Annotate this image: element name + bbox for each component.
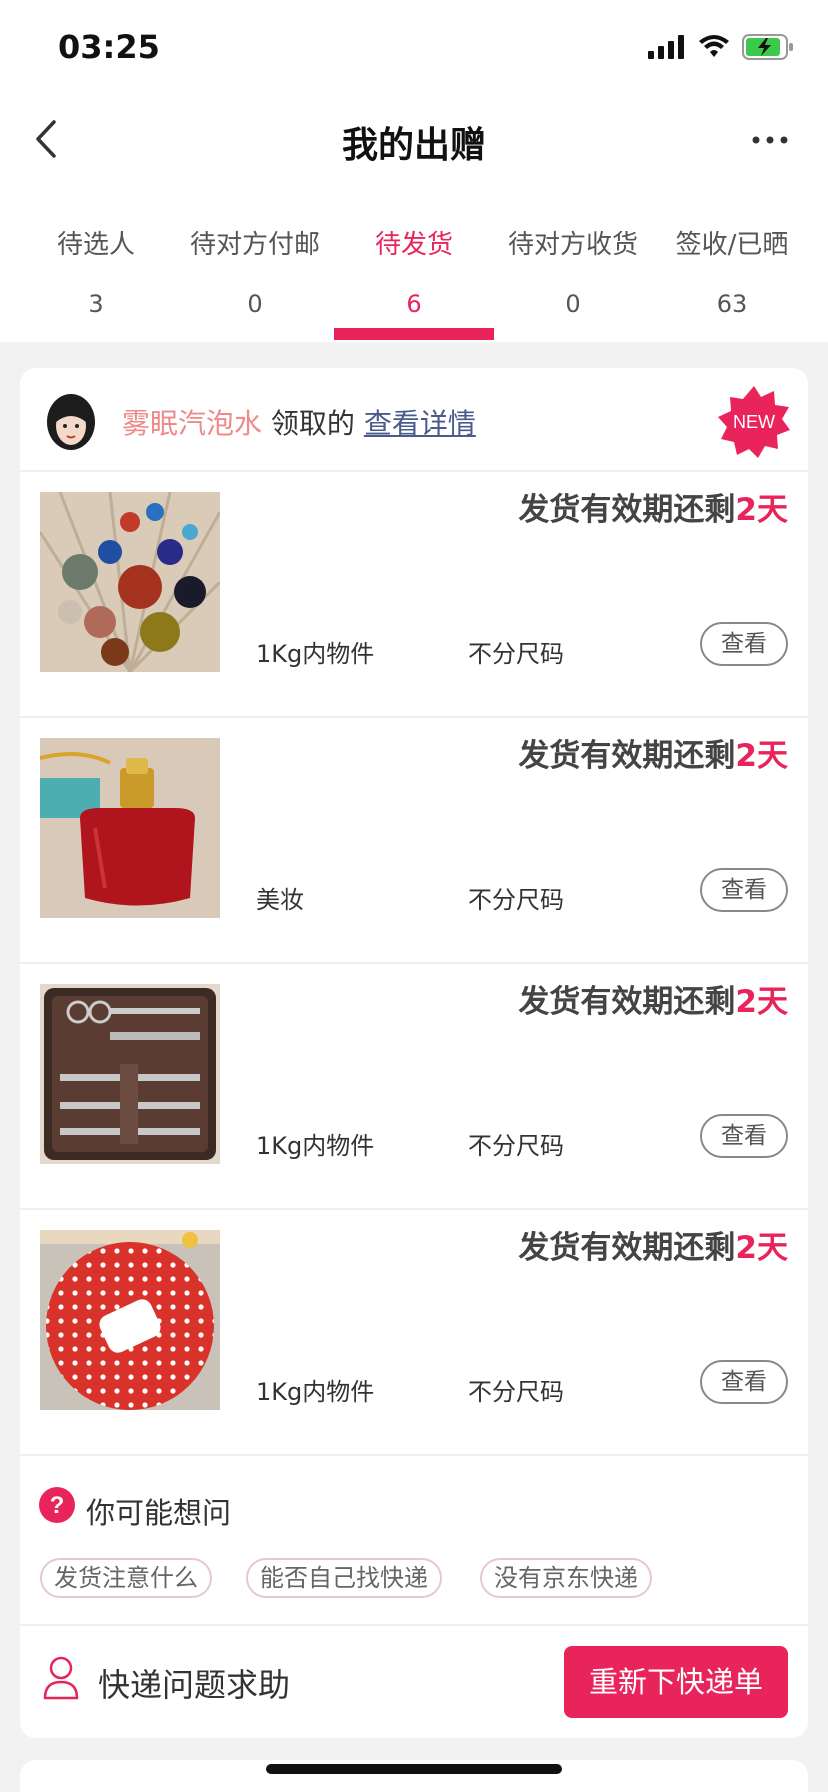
receiver-line: 雾眠汽泡水 领取的 查看详情: [122, 402, 476, 442]
avatar[interactable]: [44, 392, 98, 452]
gift-item: 发货有效期还剩2天 1Kg内物件 不分尺码 查看: [20, 964, 808, 1210]
gift-item: 发货有效期还剩2天 美妆 不分尺码 查看: [20, 718, 808, 964]
tab-count: 6: [406, 290, 422, 318]
svg-text:NEW: NEW: [733, 412, 775, 432]
tab-signed-shared[interactable]: 签收/已晒 63: [652, 186, 812, 342]
deadline-text: 发货有效期还剩: [518, 984, 736, 1020]
deadline-days: 2天: [735, 738, 788, 774]
view-button[interactable]: 查看: [700, 868, 788, 912]
new-badge: NEW: [716, 384, 792, 460]
question-icon: ?: [39, 1487, 75, 1523]
active-tab-indicator: [334, 328, 494, 340]
gift-order-card: 雾眠汽泡水 领取的 查看详情 NEW 发货有效期还剩2天 1Kg内物件 不分尺码…: [20, 368, 808, 1738]
tab-pending-postage[interactable]: 待对方付邮 0: [175, 186, 335, 342]
more-dots-icon: [752, 136, 788, 144]
status-bar: 03:25: [0, 0, 828, 96]
view-button[interactable]: 查看: [700, 622, 788, 666]
tab-label: 签收/已晒: [675, 230, 789, 260]
item-size: 不分尺码: [468, 886, 564, 914]
item-size: 不分尺码: [468, 1378, 564, 1406]
item-category: 1Kg内物件: [256, 640, 375, 668]
tab-pending-shipment[interactable]: 待发货 6: [334, 186, 494, 342]
deadline-days: 2天: [735, 984, 788, 1020]
signal-icon: [648, 35, 684, 59]
ship-deadline: 发货有效期还剩2天: [518, 484, 788, 529]
deadline-days: 2天: [735, 492, 788, 528]
svg-text:?: ?: [50, 1492, 65, 1519]
tab-count: 3: [88, 290, 104, 318]
deadline-text: 发货有效期还剩: [518, 492, 736, 528]
card-header: 雾眠汽泡水 领取的 查看详情 NEW: [20, 368, 808, 472]
item-thumbnail[interactable]: [40, 1230, 220, 1410]
status-time: 03:25: [58, 28, 160, 66]
deadline-text: 发货有效期还剩: [518, 1230, 736, 1266]
deadline-text: 发货有效期还剩: [518, 738, 736, 774]
reorder-shipping-button[interactable]: 重新下快递单: [564, 1646, 788, 1718]
received-text: 领取的: [262, 407, 364, 440]
status-tabs: 待选人 3 待对方付邮 0 待发货 6 待对方收货 0 签收/已晒 63: [0, 186, 828, 342]
tab-count: 0: [247, 290, 263, 318]
nav-bar: 我的出赠: [0, 96, 828, 186]
view-button[interactable]: 查看: [700, 1114, 788, 1158]
deadline-days: 2天: [735, 1230, 788, 1266]
tab-pending-receipt[interactable]: 待对方收货 0: [493, 186, 653, 342]
item-thumbnail[interactable]: [40, 984, 220, 1164]
ship-deadline: 发货有效期还剩2天: [518, 976, 788, 1021]
more-button[interactable]: [742, 118, 798, 162]
item-thumbnail[interactable]: [40, 492, 220, 672]
shipping-help-row: 快递问题求助 重新下快递单: [20, 1626, 808, 1738]
home-indicator[interactable]: [266, 1764, 562, 1774]
item-size: 不分尺码: [468, 1132, 564, 1160]
item-size: 不分尺码: [468, 640, 564, 668]
person-icon: [43, 1656, 79, 1700]
ship-deadline: 发货有效期还剩2天: [518, 1222, 788, 1267]
item-category: 美妆: [256, 886, 304, 914]
faq-chip[interactable]: 发货注意什么: [40, 1558, 212, 1598]
tab-count: 63: [716, 290, 748, 318]
item-category: 1Kg内物件: [256, 1132, 375, 1160]
tab-count: 0: [565, 290, 581, 318]
faq-chip[interactable]: 能否自己找快递: [246, 1558, 442, 1598]
shipping-help-link[interactable]: 快递问题求助: [98, 1660, 290, 1706]
faq-chip[interactable]: 没有京东快递: [480, 1558, 652, 1598]
wifi-icon: [699, 35, 729, 57]
faq-title: 你可能想问: [86, 1496, 232, 1530]
status-icons: [648, 34, 794, 60]
faq-section: ? 你可能想问 发货注意什么 能否自己找快递 没有京东快递: [20, 1462, 808, 1626]
tab-pending-select[interactable]: 待选人 3: [16, 186, 176, 342]
gift-item: 发货有效期还剩2天 1Kg内物件 不分尺码 查看: [20, 472, 808, 718]
view-details-link[interactable]: 查看详情: [364, 407, 476, 440]
ship-deadline: 发货有效期还剩2天: [518, 730, 788, 775]
item-category: 1Kg内物件: [256, 1378, 375, 1406]
view-button[interactable]: 查看: [700, 1360, 788, 1404]
item-thumbnail[interactable]: [40, 738, 220, 918]
battery-icon: [742, 34, 793, 60]
receiver-nickname[interactable]: 雾眠汽泡水: [122, 407, 262, 440]
page-title: 我的出赠: [341, 125, 486, 166]
gift-item: 发货有效期还剩2天 1Kg内物件 不分尺码 查看: [20, 1210, 808, 1456]
